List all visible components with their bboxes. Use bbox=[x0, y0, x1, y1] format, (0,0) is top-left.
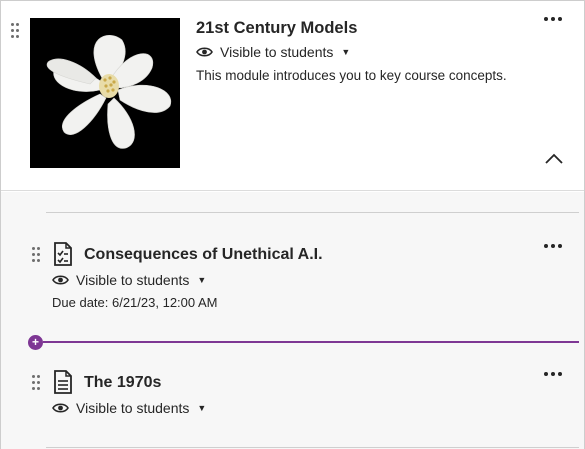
magnolia-flower-image bbox=[30, 18, 180, 168]
eye-icon bbox=[52, 403, 69, 413]
module-content-list: Consequences of Unethical A.I. Visible t… bbox=[1, 192, 584, 449]
item-title-link[interactable]: Consequences of Unethical A.I. bbox=[84, 246, 323, 264]
item-visibility-label: Visible to students bbox=[76, 272, 190, 288]
item-drag-handle-icon[interactable] bbox=[32, 247, 42, 263]
divider bbox=[46, 447, 579, 448]
module-visibility-label: Visible to students bbox=[220, 44, 334, 60]
add-content-divider[interactable] bbox=[43, 341, 579, 343]
item-more-options-button[interactable] bbox=[544, 240, 564, 252]
content-frame: 21st Century Models Visible to students … bbox=[0, 0, 585, 449]
collapse-module-button[interactable] bbox=[544, 151, 564, 167]
chevron-down-icon: ▼ bbox=[197, 275, 207, 285]
learning-module-header: 21st Century Models Visible to students … bbox=[1, 1, 584, 191]
chevron-down-icon: ▼ bbox=[197, 403, 207, 413]
chevron-down-icon: ▼ bbox=[341, 47, 351, 57]
module-visibility-dropdown[interactable]: Visible to students ▼ bbox=[196, 44, 350, 60]
document-icon bbox=[53, 370, 73, 394]
module-drag-handle-icon[interactable] bbox=[11, 23, 21, 39]
module-thumbnail-image bbox=[30, 18, 180, 168]
eye-icon bbox=[52, 275, 69, 285]
assignment-icon bbox=[53, 242, 73, 266]
item-visibility-label: Visible to students bbox=[76, 400, 190, 416]
due-date: Due date: 6/21/23, 12:00 AM bbox=[52, 295, 218, 310]
module-title[interactable]: 21st Century Models bbox=[196, 19, 357, 38]
item-visibility-dropdown[interactable]: Visible to students ▼ bbox=[52, 272, 206, 288]
add-content-button[interactable]: + bbox=[28, 335, 43, 350]
plus-icon: + bbox=[31, 335, 39, 349]
item-title-link[interactable]: The 1970s bbox=[84, 374, 161, 392]
item-more-options-button[interactable] bbox=[544, 368, 564, 380]
module-more-options-button[interactable] bbox=[544, 13, 564, 25]
item-drag-handle-icon[interactable] bbox=[32, 375, 42, 391]
eye-icon bbox=[196, 47, 213, 57]
divider bbox=[46, 212, 579, 213]
chevron-up-icon bbox=[545, 153, 563, 164]
item-visibility-dropdown[interactable]: Visible to students ▼ bbox=[52, 400, 206, 416]
module-description: This module introduces you to key course… bbox=[196, 68, 507, 83]
